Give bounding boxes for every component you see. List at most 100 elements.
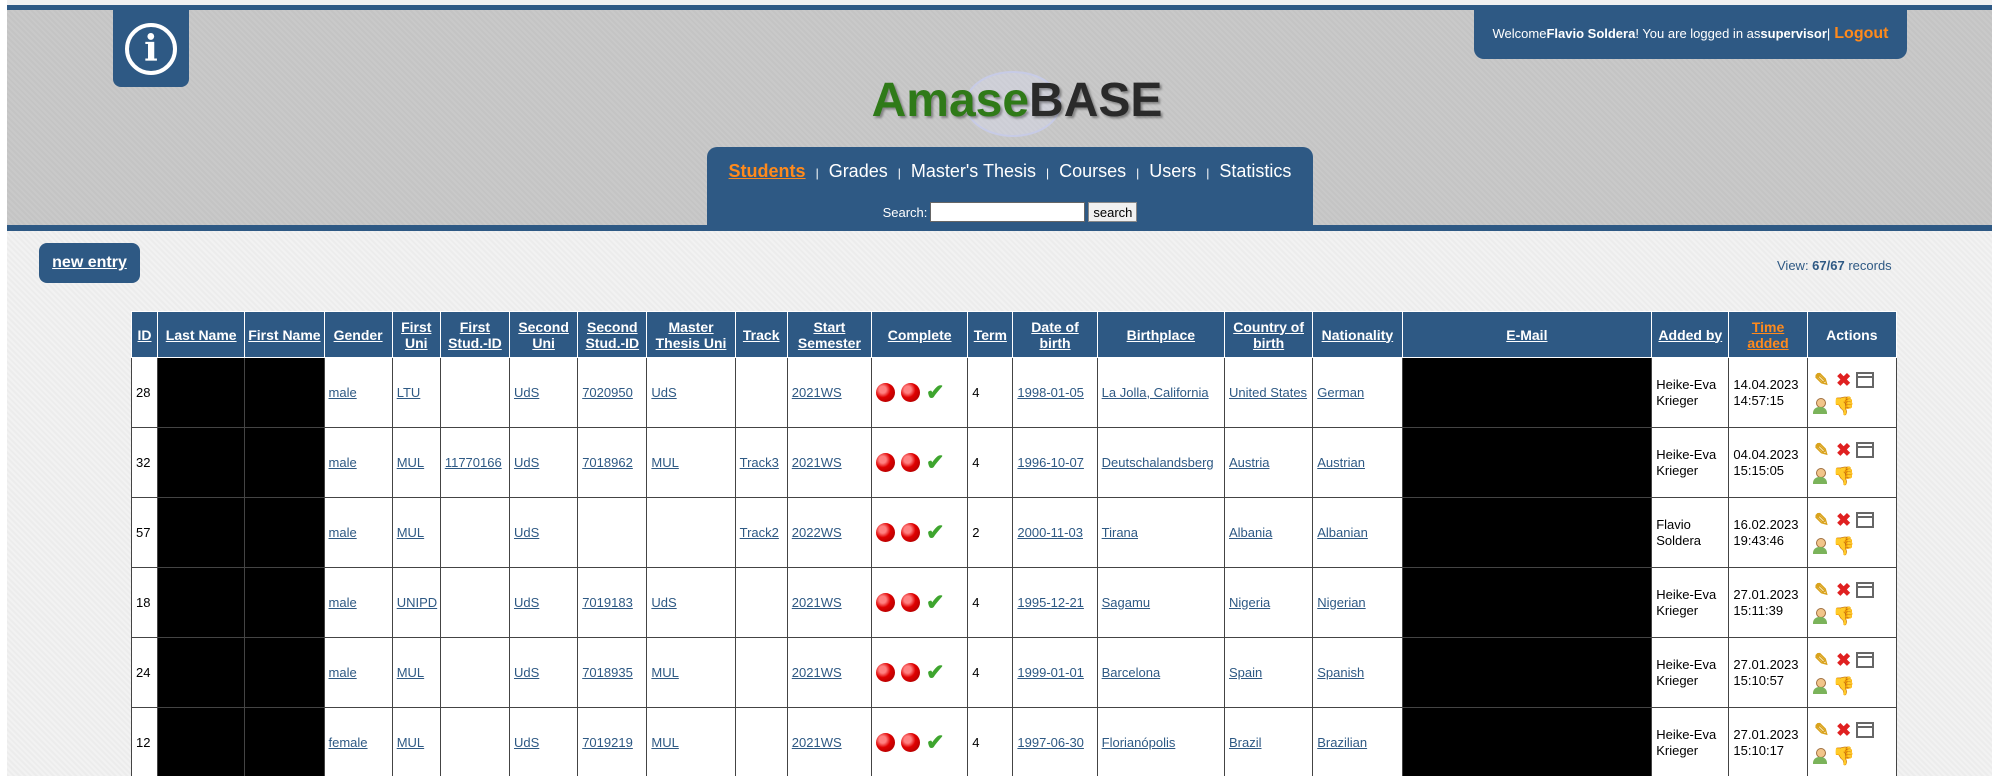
nationality-link[interactable]: German	[1317, 385, 1364, 400]
calendar-icon[interactable]	[1855, 581, 1874, 598]
start-semester-link[interactable]: 2021WS	[792, 735, 842, 750]
start-semester-link[interactable]: 2021WS	[792, 595, 842, 610]
second-stud-id-link[interactable]: 7019183	[582, 595, 633, 610]
info-button[interactable]: i	[113, 10, 189, 87]
nationality-link[interactable]: Spanish	[1317, 665, 1364, 680]
second-stud-id-link[interactable]: 7018962	[582, 455, 633, 470]
column-header-first-stud-id[interactable]: First Stud.-ID	[439, 311, 511, 358]
gender-link[interactable]: male	[329, 595, 357, 610]
start-semester-link[interactable]: 2021WS	[792, 385, 842, 400]
thumbs-down-icon[interactable]: 👎	[1832, 606, 1854, 626]
calendar-icon[interactable]	[1855, 371, 1874, 388]
birthplace-link[interactable]: Florianópolis	[1102, 735, 1176, 750]
thumbs-down-icon[interactable]: 👎	[1832, 746, 1854, 766]
edit-icon[interactable]: ✎	[1812, 650, 1832, 670]
user-icon[interactable]	[1812, 397, 1828, 415]
first-uni-link[interactable]: UNIPD	[397, 595, 437, 610]
country-of-birth-link[interactable]: Spain	[1229, 665, 1262, 680]
user-icon[interactable]	[1812, 607, 1828, 625]
user-icon[interactable]	[1812, 677, 1828, 695]
column-header-term[interactable]: Term	[967, 311, 1014, 358]
date-of-birth-link[interactable]: 1999-01-01	[1017, 665, 1084, 680]
nav-students[interactable]: Students	[729, 161, 806, 182]
start-semester-link[interactable]: 2021WS	[792, 455, 842, 470]
date-of-birth-link[interactable]: 1997-06-30	[1017, 735, 1084, 750]
column-header-second-uni[interactable]: Second Uni	[509, 311, 579, 358]
nav-masters-thesis[interactable]: Master's Thesis	[911, 161, 1036, 182]
second-stud-id-link[interactable]: 7019219	[582, 735, 633, 750]
date-of-birth-link[interactable]: 1996-10-07	[1017, 455, 1084, 470]
master-thesis-uni-link[interactable]: MUL	[651, 735, 678, 750]
first-uni-link[interactable]: LTU	[397, 385, 421, 400]
edit-icon[interactable]: ✎	[1812, 440, 1832, 460]
new-entry-button[interactable]: new entry	[39, 243, 140, 283]
nav-statistics[interactable]: Statistics	[1219, 161, 1291, 182]
gender-link[interactable]: male	[329, 525, 357, 540]
column-header-birthplace[interactable]: Birthplace	[1096, 311, 1226, 358]
master-thesis-uni-link[interactable]: UdS	[651, 385, 676, 400]
column-header-master-thesis-uni[interactable]: Master Thesis Uni	[646, 311, 736, 358]
second-stud-id-link[interactable]: 7018935	[582, 665, 633, 680]
second-uni-link[interactable]: UdS	[514, 385, 539, 400]
nav-users[interactable]: Users	[1149, 161, 1196, 182]
master-thesis-uni-link[interactable]: MUL	[651, 665, 678, 680]
delete-icon[interactable]: ✖	[1834, 580, 1854, 600]
nav-grades[interactable]: Grades	[829, 161, 888, 182]
user-icon[interactable]	[1812, 747, 1828, 765]
country-of-birth-link[interactable]: Albania	[1229, 525, 1272, 540]
start-semester-link[interactable]: 2021WS	[792, 665, 842, 680]
delete-icon[interactable]: ✖	[1834, 720, 1854, 740]
gender-link[interactable]: male	[329, 455, 357, 470]
country-of-birth-link[interactable]: Nigeria	[1229, 595, 1270, 610]
column-header-gender[interactable]: Gender	[323, 311, 393, 358]
second-uni-link[interactable]: UdS	[514, 525, 539, 540]
column-header-time-added[interactable]: Time added	[1728, 311, 1808, 358]
second-uni-link[interactable]: UdS	[514, 665, 539, 680]
birthplace-link[interactable]: Barcelona	[1102, 665, 1161, 680]
column-header-first-name[interactable]: First Name	[244, 311, 325, 358]
delete-icon[interactable]: ✖	[1834, 370, 1854, 390]
thumbs-down-icon[interactable]: 👎	[1832, 676, 1854, 696]
column-header-country-of-birth[interactable]: Country of birth	[1223, 311, 1314, 358]
nationality-link[interactable]: Austrian	[1317, 455, 1365, 470]
user-icon[interactable]	[1812, 467, 1828, 485]
first-uni-link[interactable]: MUL	[397, 455, 424, 470]
nationality-link[interactable]: Albanian	[1317, 525, 1368, 540]
column-header-date-of-birth[interactable]: Date of birth	[1012, 311, 1098, 358]
first-stud-id-link[interactable]: 11770166	[445, 455, 502, 470]
date-of-birth-link[interactable]: 1995-12-21	[1017, 595, 1084, 610]
logout-link[interactable]: Logout	[1834, 25, 1888, 43]
second-stud-id-link[interactable]: 7020950	[582, 385, 633, 400]
gender-link[interactable]: female	[329, 735, 368, 750]
birthplace-link[interactable]: Tirana	[1102, 525, 1138, 540]
calendar-icon[interactable]	[1855, 651, 1874, 668]
country-of-birth-link[interactable]: United States	[1229, 385, 1307, 400]
search-button[interactable]: search	[1088, 202, 1138, 222]
delete-icon[interactable]: ✖	[1834, 510, 1854, 530]
first-uni-link[interactable]: MUL	[397, 665, 424, 680]
track-link[interactable]: Track3	[740, 455, 779, 470]
column-header-id[interactable]: ID	[130, 311, 159, 358]
calendar-icon[interactable]	[1855, 441, 1874, 458]
edit-icon[interactable]: ✎	[1812, 510, 1832, 530]
column-header-last-name[interactable]: Last Name	[157, 311, 246, 358]
column-header-nationality[interactable]: Nationality	[1312, 311, 1403, 358]
column-header-second-stud-id[interactable]: Second Stud.-ID	[577, 311, 648, 358]
thumbs-down-icon[interactable]: 👎	[1832, 536, 1854, 556]
column-header-added-by[interactable]: Added by	[1651, 311, 1730, 358]
birthplace-link[interactable]: Sagamu	[1102, 595, 1150, 610]
gender-link[interactable]: male	[329, 665, 357, 680]
nav-courses[interactable]: Courses	[1059, 161, 1126, 182]
date-of-birth-link[interactable]: 1998-01-05	[1017, 385, 1084, 400]
country-of-birth-link[interactable]: Brazil	[1229, 735, 1262, 750]
column-header-track[interactable]: Track	[734, 311, 788, 358]
calendar-icon[interactable]	[1855, 721, 1874, 738]
thumbs-down-icon[interactable]: 👎	[1832, 466, 1854, 486]
column-header-complete[interactable]: Complete	[871, 311, 969, 358]
date-of-birth-link[interactable]: 2000-11-03	[1017, 525, 1083, 540]
track-link[interactable]: Track2	[740, 525, 779, 540]
column-header-email[interactable]: E-Mail	[1401, 311, 1653, 358]
master-thesis-uni-link[interactable]: MUL	[651, 455, 678, 470]
birthplace-link[interactable]: La Jolla, California	[1102, 385, 1209, 400]
country-of-birth-link[interactable]: Austria	[1229, 455, 1269, 470]
